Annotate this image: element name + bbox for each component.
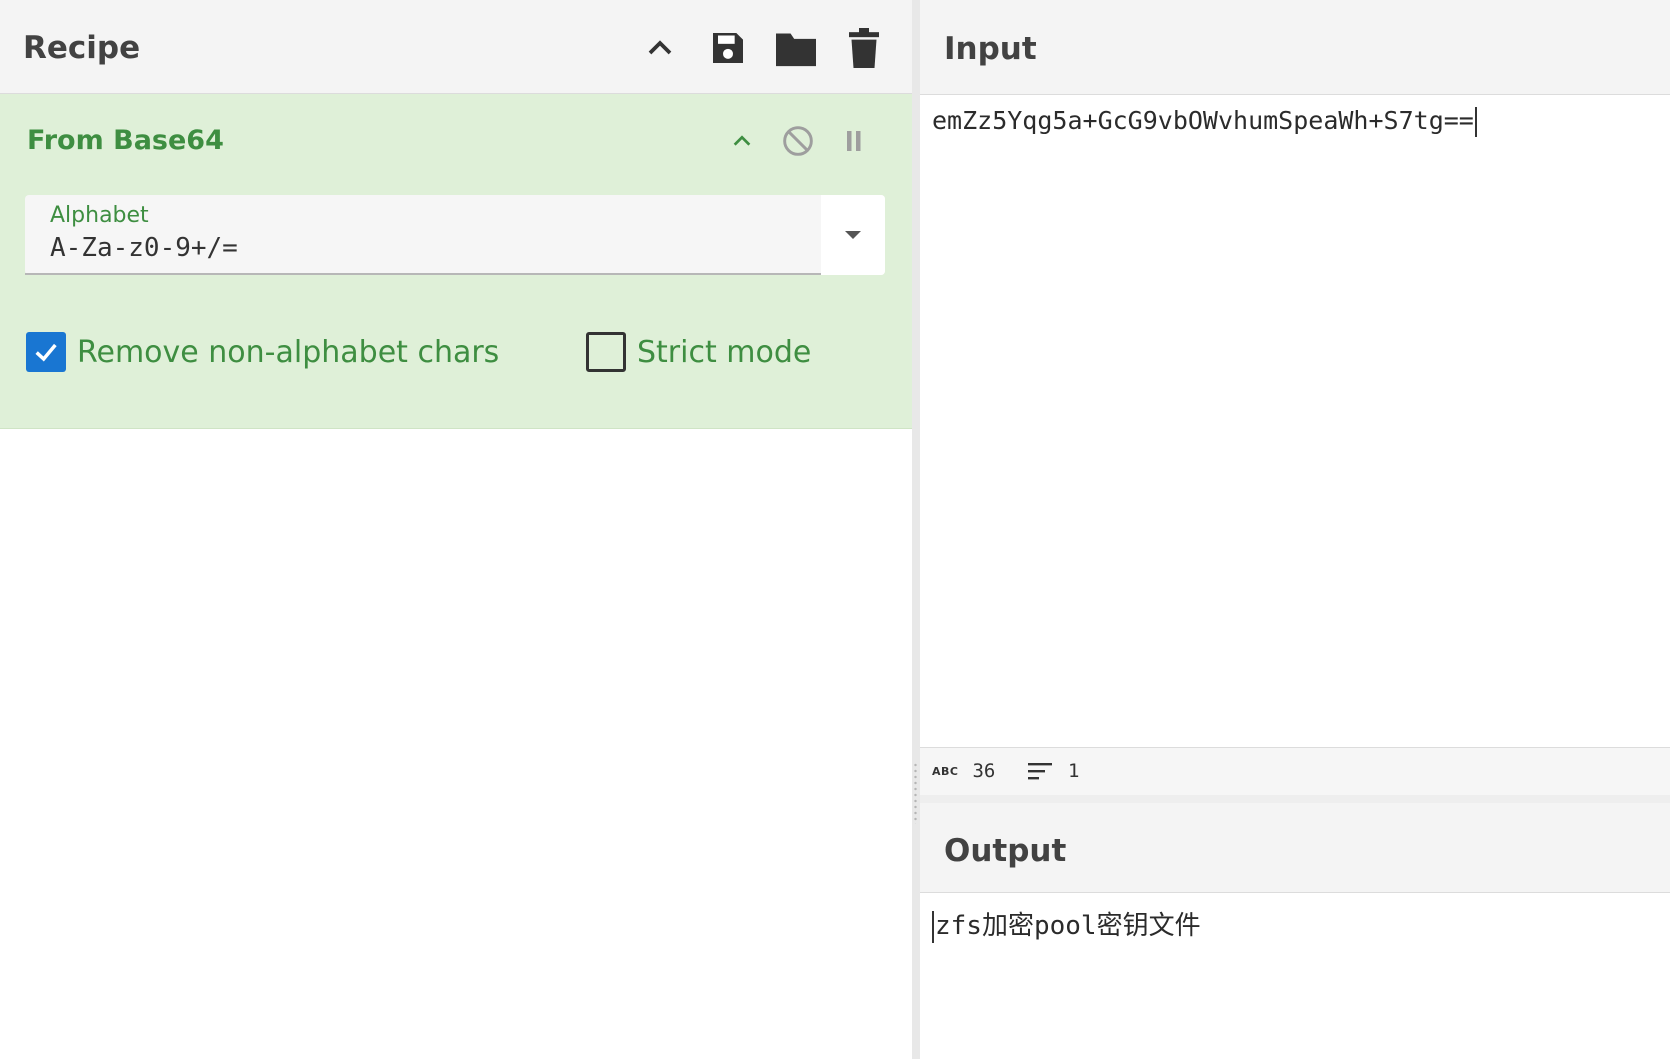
alphabet-label: Alphabet: [50, 203, 149, 228]
alphabet-field[interactable]: Alphabet A-Za-z0-9+/=: [25, 195, 885, 275]
recipe-title: Recipe: [23, 30, 141, 66]
disable-icon: [783, 126, 813, 156]
input-lines-value: 1: [1068, 760, 1080, 782]
caret-down-icon: [845, 231, 861, 239]
output-title: Output: [944, 833, 1067, 869]
input-text: emZz5Yqg5a+GcG9vbOWvhumSpeaWh+S7tg==: [932, 106, 1474, 135]
clear-recipe-button[interactable]: [840, 24, 888, 72]
operation-from-base64: From Base64 Alphabet A-Za-z0-9+/= Remove…: [0, 94, 912, 429]
input-length-value: 36: [972, 760, 996, 782]
resize-grip-icon: [914, 762, 917, 824]
input-lines-stat: 1: [1028, 760, 1079, 782]
input-status-bar: ABC 36 1: [920, 747, 1670, 795]
recipe-header: Recipe: [0, 0, 912, 94]
checkmark-icon: [35, 343, 57, 362]
save-icon: [713, 33, 743, 63]
checkbox-checked[interactable]: [26, 332, 66, 372]
alphabet-dropdown-button[interactable]: [821, 195, 885, 275]
trash-icon: [849, 28, 879, 68]
remove-non-alphabet-label: Remove non-alphabet chars: [77, 334, 500, 370]
chevron-up-icon: [733, 135, 751, 146]
io-resize-handle[interactable]: [920, 795, 1670, 803]
breakpoint-button[interactable]: [832, 119, 876, 163]
save-recipe-button[interactable]: [704, 24, 752, 72]
recipe-panel: Recipe From Base64 Alphabet A-Za-z0-9+/=…: [0, 0, 912, 1059]
folder-icon: [776, 33, 816, 67]
input-length-stat: ABC 36: [932, 760, 995, 782]
lines-icon: [1028, 763, 1052, 780]
output-text: zfs加密pool密钥文件: [935, 911, 1201, 941]
chevron-up-icon: [648, 40, 672, 55]
text-caret: [1474, 107, 1477, 137]
input-panel: Input emZz5Yqg5a+GcG9vbOWvhumSpeaWh+S7tg…: [920, 0, 1670, 795]
collapse-operation-button[interactable]: [720, 119, 764, 163]
input-title: Input: [944, 31, 1037, 67]
input-text-line: emZz5Yqg5a+GcG9vbOWvhumSpeaWh+S7tg==: [932, 106, 1477, 137]
output-text-line: zfs加密pool密钥文件: [932, 905, 1201, 943]
text-caret: [932, 910, 934, 943]
input-textarea[interactable]: [920, 95, 1670, 747]
checkbox-unchecked[interactable]: [586, 332, 626, 372]
remove-non-alphabet-checkbox[interactable]: Remove non-alphabet chars: [26, 332, 499, 372]
input-header: Input: [920, 0, 1670, 95]
alphabet-value: A-Za-z0-9+/=: [50, 233, 238, 263]
operation-title: From Base64: [27, 125, 224, 156]
alphabet-input[interactable]: Alphabet A-Za-z0-9+/=: [25, 195, 821, 275]
abc-icon: ABC: [932, 764, 959, 778]
output-header: Output: [920, 803, 1670, 893]
output-panel: Output zfs加密pool密钥文件: [920, 803, 1670, 1059]
strict-mode-label: Strict mode: [637, 334, 812, 370]
strict-mode-checkbox[interactable]: Strict mode: [586, 332, 811, 372]
output-textarea[interactable]: zfs加密pool密钥文件: [920, 893, 1670, 1059]
pause-icon: [847, 131, 861, 151]
disable-operation-button[interactable]: [776, 119, 820, 163]
collapse-all-button[interactable]: [636, 24, 684, 72]
panel-resize-handle[interactable]: [912, 0, 920, 1059]
load-recipe-button[interactable]: [772, 24, 820, 72]
